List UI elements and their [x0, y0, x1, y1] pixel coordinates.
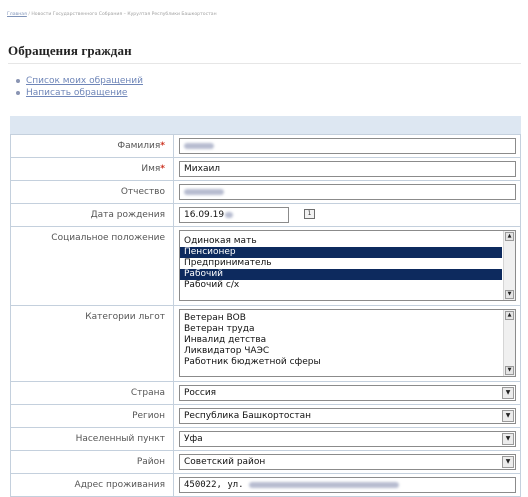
form-row-social-status: Социальное положение Одинокая мать Пенси… [10, 226, 521, 306]
social-status-option[interactable]: Пенсионер [180, 247, 502, 258]
social-status-scrollbar[interactable]: ▲ ▼ [503, 231, 515, 300]
arrow-up-icon[interactable]: ▲ [505, 311, 514, 320]
write-appeal-link[interactable]: Написать обращение [26, 88, 127, 98]
form-row-first-name: Имя* Михаил [10, 157, 521, 181]
benefits-listbox[interactable]: Ветеран ВОВ Ветеран труда Инвалид детств… [179, 309, 516, 377]
social-status-listbox[interactable]: Одинокая мать Пенсионер Предприниматель … [179, 230, 516, 301]
form-row-birth-date: Дата рождения 16.09.19 1 [10, 203, 521, 227]
breadcrumb-home-link[interactable]: Главная [7, 12, 27, 17]
form-header-band [10, 116, 521, 134]
chevron-down-icon[interactable]: ▼ [502, 456, 514, 468]
district-select[interactable]: Советский район ▼ [179, 454, 516, 470]
breadcrumb: Главная / Новости Государственного Собра… [7, 11, 522, 18]
form-row-benefits: Категории льгот Ветеран ВОВ Ветеран труд… [10, 305, 521, 382]
redacted-value [184, 142, 214, 149]
form-row-address: Адрес проживания 450022, ул. [10, 473, 521, 497]
settlement-label: Населенный пункт [10, 427, 174, 451]
social-status-option[interactable]: Рабочий с/х [180, 280, 502, 291]
form-row-district: Район Советский район ▼ [10, 450, 521, 474]
redacted-value [225, 211, 234, 218]
benefits-option[interactable]: Ветеран ВОВ [180, 313, 502, 324]
form-row-middle-name: Отчество [10, 180, 521, 204]
benefits-scrollbar[interactable]: ▲ ▼ [503, 310, 515, 376]
first-name-label: Имя* [10, 157, 174, 181]
chevron-down-icon[interactable]: ▼ [502, 387, 514, 399]
chevron-down-icon[interactable]: ▼ [502, 410, 514, 422]
chevron-down-icon[interactable]: ▼ [502, 433, 514, 445]
required-mark: * [160, 141, 165, 151]
country-label: Страна [10, 381, 174, 405]
benefits-option[interactable]: Инвалид детства [180, 335, 502, 346]
breadcrumb-separator: / [28, 12, 30, 17]
required-mark: * [160, 164, 165, 174]
settlement-select[interactable]: Уфа ▼ [179, 431, 516, 447]
middle-name-label: Отчество [10, 180, 174, 204]
redacted-value [184, 188, 224, 195]
district-label: Район [10, 450, 174, 474]
benefits-label: Категории льгот [10, 305, 174, 382]
social-status-option[interactable]: Рабочий [180, 269, 502, 280]
social-status-label: Социальное положение [10, 226, 174, 306]
first-name-input[interactable]: Михаил [179, 161, 516, 177]
address-label: Адрес проживания [10, 473, 174, 497]
social-status-option[interactable]: Одинокая мать [180, 236, 502, 247]
my-appeals-link[interactable]: Список моих обращений [26, 76, 143, 86]
address-input[interactable]: 450022, ул. [179, 477, 516, 493]
form-row-region: Регион Республика Башкортостан ▼ [10, 404, 521, 428]
form-row-last-name: Фамилия* [10, 134, 521, 158]
country-select[interactable]: Россия ▼ [179, 385, 516, 401]
arrow-up-icon[interactable]: ▲ [505, 232, 514, 241]
last-name-label: Фамилия* [10, 134, 174, 158]
form-row-settlement: Населенный пункт Уфа ▼ [10, 427, 521, 451]
title-divider [8, 63, 521, 64]
middle-name-input[interactable] [179, 184, 516, 200]
social-status-option[interactable]: Предприниматель [180, 258, 502, 269]
region-label: Регион [10, 404, 174, 428]
page-title: Обращения граждан [8, 43, 132, 58]
menu-item-write-appeal: Написать обращение [16, 87, 143, 99]
benefits-option[interactable]: Работник бюджетной сферы [180, 357, 502, 368]
arrow-down-icon[interactable]: ▼ [505, 290, 514, 299]
birth-date-label: Дата рождения [10, 203, 174, 227]
benefits-option[interactable]: Ветеран труда [180, 324, 502, 335]
benefits-option[interactable]: Ликвидатор ЧАЭС [180, 346, 502, 357]
last-name-input[interactable] [179, 138, 516, 154]
form-row-country: Страна Россия ▼ [10, 381, 521, 405]
birth-date-input[interactable]: 16.09.19 [179, 207, 289, 223]
appeal-form: Фамилия* Имя* Михаил Отчество Дата рожде… [10, 134, 521, 497]
redacted-value [249, 481, 400, 488]
breadcrumb-current: Новости Государственного Собрания – Куру… [31, 12, 217, 17]
arrow-down-icon[interactable]: ▼ [505, 366, 514, 375]
citizen-menu: Список моих обращений Написать обращение [16, 75, 143, 99]
menu-item-my-appeals: Список моих обращений [16, 75, 143, 87]
calendar-icon[interactable]: 1 [304, 209, 315, 219]
region-select[interactable]: Республика Башкортостан ▼ [179, 408, 516, 424]
